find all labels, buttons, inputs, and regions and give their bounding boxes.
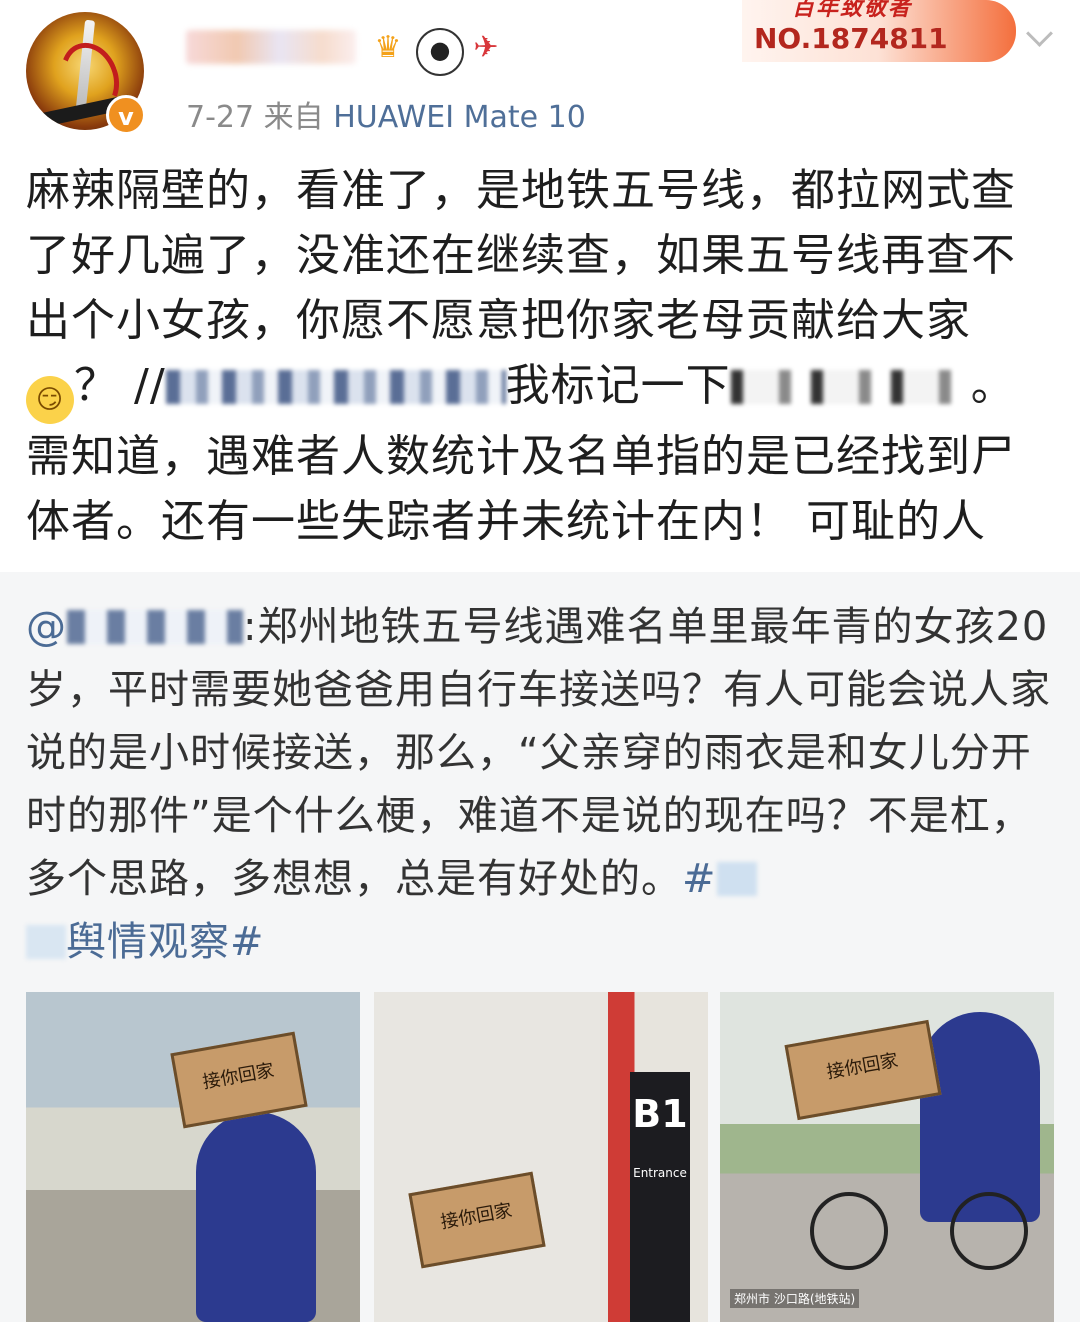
promo-number: NO.1874811 (754, 22, 948, 55)
smirk-emoji-icon: 😏 (26, 376, 74, 424)
blurred-username[interactable] (730, 370, 971, 404)
chevron-down-icon[interactable] (1026, 20, 1053, 47)
repost-blurred-username[interactable] (67, 610, 243, 644)
raincoat-figure (920, 1012, 1040, 1222)
source-prefix: 来自 (263, 100, 324, 135)
source-device[interactable]: HUAWEI Mate 10 (333, 100, 586, 135)
crown-icon[interactable]: ♛ (368, 28, 408, 68)
repost-slashes: // (134, 360, 166, 411)
image-grid: 接你回家 接你回家 B1 Entrance 接你回家 郑州市 沙口路(地铁站) (26, 992, 1056, 1322)
rocket-icon[interactable]: ✈ (466, 28, 506, 68)
repost-body: @:郑州地铁五号线遇难名单里最年青的女孩20岁，平时需要她爸爸用自行车接送吗？有… (26, 596, 1056, 974)
promo-badge[interactable]: 百年致敬者 NO.1874811 (742, 0, 1016, 62)
sign: 接你回家 (170, 1031, 308, 1129)
post-text-2: 需知道，遇难者人数统计及名单指的是已经找到尸体者。还有一些失踪者并未统计在内！ … (26, 431, 1016, 547)
period: 。 (970, 360, 1016, 411)
panda-icon[interactable]: ● (416, 28, 464, 76)
post-header: v ♛ ● ✈ 7-27 来自 HUAWEI Mate 10 百年致敬者 NO.… (0, 0, 1080, 150)
verified-badge-icon: v (106, 95, 146, 135)
station-sub: Entrance (633, 1166, 687, 1180)
bike-wheel (950, 1192, 1028, 1270)
post-body: 麻辣隔壁的，看准了，是地铁五号线，都拉网式查了好几遍了，没准还在继续查，如果五号… (26, 158, 1056, 554)
post-time: 7-27 (186, 100, 255, 135)
post-meta: 7-27 来自 HUAWEI Mate 10 (186, 92, 586, 136)
image-thumbnail-2[interactable]: 接你回家 B1 Entrance (374, 992, 708, 1322)
sign: 接你回家 (408, 1171, 546, 1269)
hashtag-blurred[interactable] (26, 925, 66, 959)
location-caption: 郑州市 沙口路(地铁站) (730, 1289, 860, 1308)
repost-card[interactable]: @:郑州地铁五号线遇难名单里最年青的女孩20岁，平时需要她爸爸用自行车接送吗？有… (0, 572, 1080, 1322)
station-label: B1 (632, 1092, 688, 1136)
repost-colon: : (243, 604, 258, 650)
sign: 接你回家 (784, 1019, 942, 1121)
post-text: 麻辣隔壁的，看准了，是地铁五号线，都拉网式查了好几遍了，没准还在继续查，如果五号… (26, 165, 1016, 346)
promo-title: 百年致敬者 (792, 0, 913, 21)
blurred-username[interactable] (165, 370, 506, 404)
username-blurred[interactable] (186, 30, 356, 64)
repost-at[interactable]: @ (26, 604, 67, 650)
bike-wheel (810, 1192, 888, 1270)
hashtag-start[interactable]: # (682, 856, 717, 902)
mark-text: 我标记一下 (505, 360, 731, 411)
repost-text: 郑州地铁五号线遇难名单里最年青的女孩20岁，平时需要她爸爸用自行车接送吗？有人可… (26, 604, 1051, 902)
image-thumbnail-1[interactable]: 接你回家 (26, 992, 360, 1322)
question-mark: ？ (74, 360, 119, 411)
hashtag-blurred[interactable] (716, 862, 757, 896)
raincoat-figure (196, 1112, 316, 1322)
hashtag-tail[interactable]: 舆情观察# (66, 919, 265, 965)
image-thumbnail-3[interactable]: 接你回家 郑州市 沙口路(地铁站) (720, 992, 1054, 1322)
station-sign: B1 Entrance (630, 1072, 690, 1322)
